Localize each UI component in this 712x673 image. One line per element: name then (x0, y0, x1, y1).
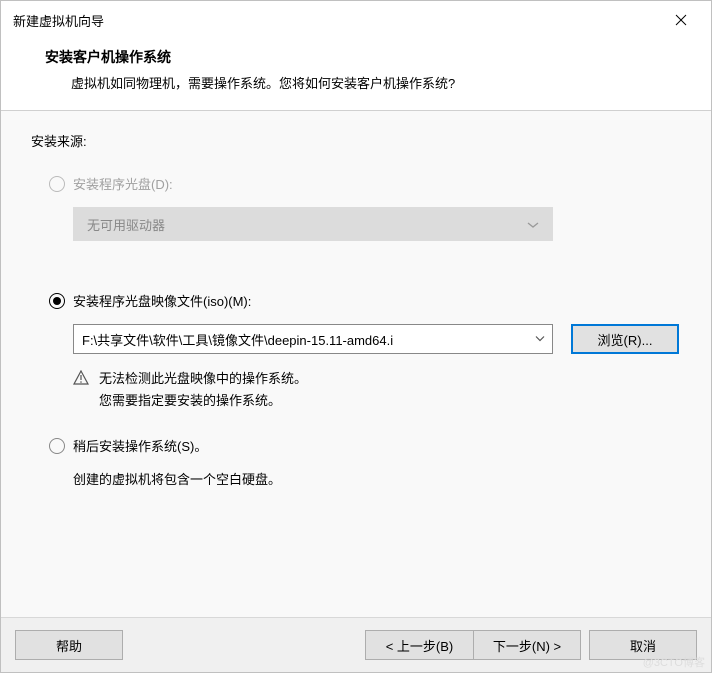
radio-iso[interactable] (49, 293, 65, 309)
page-title: 安装客户机操作系统 (31, 47, 681, 67)
window-title: 新建虚拟机向导 (13, 11, 104, 30)
later-info: 创建的虚拟机将包含一个空白硬盘。 (73, 469, 681, 488)
iso-warning: 无法检测此光盘映像中的操作系统。 您需要指定要安装的操作系统。 (73, 368, 681, 412)
wizard-window: 新建虚拟机向导 安装客户机操作系统 虚拟机如同物理机，需要操作系统。您将如何安装… (0, 0, 712, 673)
iso-path-input[interactable] (73, 324, 553, 354)
next-button[interactable]: 下一步(N) > (473, 630, 581, 660)
warning-line-2: 您需要指定要安装的操作系统。 (99, 390, 307, 412)
help-button[interactable]: 帮助 (15, 630, 123, 660)
warning-line-1: 无法检测此光盘映像中的操作系统。 (99, 368, 307, 390)
browse-button[interactable]: 浏览(R)... (571, 324, 679, 354)
cancel-button[interactable]: 取消 (589, 630, 697, 660)
disc-dropdown-value: 无可用驱动器 (87, 215, 165, 234)
radio-later[interactable] (49, 438, 65, 454)
option-iso-row[interactable]: 安装程序光盘映像文件(iso)(M): (31, 291, 681, 310)
source-label: 安装来源: (31, 131, 681, 150)
titlebar: 新建虚拟机向导 (1, 1, 711, 39)
back-button[interactable]: < 上一步(B) (365, 630, 473, 660)
radio-disc (49, 176, 65, 192)
close-button[interactable] (663, 9, 699, 31)
nav-button-group: < 上一步(B) 下一步(N) > (365, 630, 581, 660)
warning-text: 无法检测此光盘映像中的操作系统。 您需要指定要安装的操作系统。 (99, 368, 307, 412)
chevron-down-icon (527, 217, 539, 232)
disc-dropdown: 无可用驱动器 (73, 207, 553, 241)
radio-iso-label: 安装程序光盘映像文件(iso)(M): (73, 291, 251, 310)
close-icon (675, 14, 687, 26)
page-description: 虚拟机如同物理机，需要操作系统。您将如何安装客户机操作系统? (31, 73, 681, 92)
radio-disc-label: 安装程序光盘(D): (73, 174, 173, 193)
option-disc-row: 安装程序光盘(D): (31, 174, 681, 193)
content-area: 安装来源: 安装程序光盘(D): 无可用驱动器 安装程序光盘映像文件(iso)(… (1, 111, 711, 617)
wizard-header: 安装客户机操作系统 虚拟机如同物理机，需要操作系统。您将如何安装客户机操作系统? (1, 39, 711, 110)
iso-input-wrap (73, 324, 553, 354)
option-later-row[interactable]: 稍后安装操作系统(S)。 (31, 436, 681, 455)
radio-later-label: 稍后安装操作系统(S)。 (73, 436, 207, 455)
iso-input-row: 浏览(R)... (73, 324, 681, 354)
warning-icon (73, 370, 89, 386)
button-bar: 帮助 < 上一步(B) 下一步(N) > 取消 (1, 617, 711, 672)
